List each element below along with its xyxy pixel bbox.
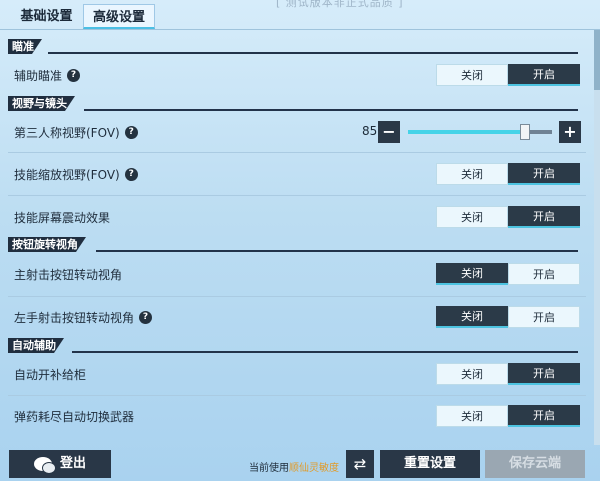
toggle-on-option[interactable]: 开启 [508,64,580,86]
wechat-icon [33,457,56,474]
toggle-off-option[interactable]: 关闭 [436,405,508,427]
toggle-on-option[interactable]: 开启 [508,263,580,285]
help-icon[interactable]: ? [124,167,138,181]
tab-bar: 基础设置 高级设置 [ 测试版本非正式品质 ] [0,0,600,30]
settings-screen: 基础设置 高级设置 [ 测试版本非正式品质 ] 瞄准 辅助瞄准? 关闭 开启 视… [0,0,600,481]
toggle-off-option[interactable]: 关闭 [436,306,508,328]
scrollbar[interactable] [594,30,600,445]
row-label: 自动开补给柜 [14,367,87,382]
test-version-watermark: [ 测试版本非正式品质 ] [276,0,404,9]
auto-supply-toggle: 关闭 开启 [436,363,580,385]
logout-button[interactable]: 登出 [9,450,111,478]
row-label: 技能屏幕震动效果 [14,210,111,225]
row-fov: 第三人称视野(FOV)? 85 − + [8,118,586,146]
logout-label: 登出 [59,456,86,471]
toggle-off-option[interactable]: 关闭 [436,363,508,385]
row-skill-shake: 技能屏幕震动效果 关闭 开启 [8,203,586,231]
main-fire-rotate-toggle: 关闭 开启 [436,263,580,285]
toggle-off-option[interactable]: 关闭 [436,206,508,228]
toggle-on-option[interactable]: 开启 [508,206,580,228]
row-aim-assist: 辅助瞄准? 关闭 开启 [8,61,586,89]
row-divider [8,152,586,153]
section-line [48,52,578,54]
row-label: 辅助瞄准 [14,68,63,83]
row-label: 技能缩放视野(FOV) [14,167,120,182]
toggle-on-option[interactable]: 开启 [508,405,580,427]
toggle-off-option[interactable]: 关闭 [436,263,508,285]
row-main-fire-rotate: 主射击按钮转动视角 关闭 开启 [8,260,586,288]
section-title: 自动辅助 [8,338,64,353]
row-auto-switch: 弹药耗尽自动切换武器 关闭 开启 [8,402,586,430]
row-label: 第三人称视野(FOV) [14,125,120,140]
toggle-off-option[interactable]: 关闭 [436,64,508,86]
sensitivity-status: 当前使用顺仙灵敏度 [249,459,339,474]
section-line [84,109,578,111]
section-header-button-rotate: 按钮旋转视角 [8,237,578,252]
toggle-off-option[interactable]: 关闭 [436,163,508,185]
help-icon[interactable]: ? [67,68,81,82]
reset-settings-button[interactable]: 重置设置 [380,450,480,478]
toggle-on-option[interactable]: 开启 [508,163,580,185]
footer-bar: 登出 当前使用顺仙灵敏度 ⇄ 重置设置 保存云端 [0,446,600,481]
row-label: 弹药耗尽自动切换武器 [14,409,135,424]
skill-zoom-fov-toggle: 关闭 开启 [436,163,580,185]
help-icon[interactable]: ? [124,125,138,139]
scrollbar-thumb[interactable] [594,30,600,90]
aim-assist-toggle: 关闭 开启 [436,64,580,86]
swap-sensitivity-icon[interactable]: ⇄ [346,450,374,478]
section-title: 瞄准 [8,39,42,54]
fov-value: 85 [362,124,378,138]
section-header-view: 视野与镜头 [8,96,578,111]
skill-shake-toggle: 关闭 开启 [436,206,580,228]
fov-increase-button[interactable]: + [559,121,581,143]
section-title: 按钮旋转视角 [8,237,86,252]
toggle-on-option[interactable]: 开启 [508,306,580,328]
help-icon[interactable]: ? [139,310,153,324]
toggle-on-option[interactable]: 开启 [508,363,580,385]
section-header-aim: 瞄准 [8,39,578,54]
tab-basic-settings[interactable]: 基础设置 [10,4,83,29]
tab-advanced-settings[interactable]: 高级设置 [83,4,155,29]
row-auto-supply: 自动开补给柜 关闭 开启 [8,360,586,388]
tab-divider [0,29,600,30]
save-cloud-button[interactable]: 保存云端 [485,450,585,478]
row-label: 主射击按钮转动视角 [14,267,123,282]
auto-switch-toggle: 关闭 开启 [436,405,580,427]
section-line [72,351,578,353]
fov-slider-thumb[interactable] [520,124,530,140]
row-label: 左手射击按钮转动视角 [14,310,135,325]
row-skill-zoom-fov: 技能缩放视野(FOV)? 关闭 开启 [8,160,586,188]
section-title: 视野与镜头 [8,96,75,111]
sensitivity-prefix: 当前使用 [249,463,289,474]
row-left-fire-rotate: 左手射击按钮转动视角? 关闭 开启 [8,303,586,331]
row-divider [8,395,586,396]
fov-decrease-button[interactable]: − [378,121,400,143]
fov-slider-fill [408,130,525,134]
left-fire-rotate-toggle: 关闭 开启 [436,306,580,328]
row-divider [8,296,586,297]
section-header-auto-assist: 自动辅助 [8,338,578,353]
section-line [96,250,578,252]
row-divider [8,195,586,196]
sensitivity-name[interactable]: 顺仙灵敏度 [289,463,339,474]
